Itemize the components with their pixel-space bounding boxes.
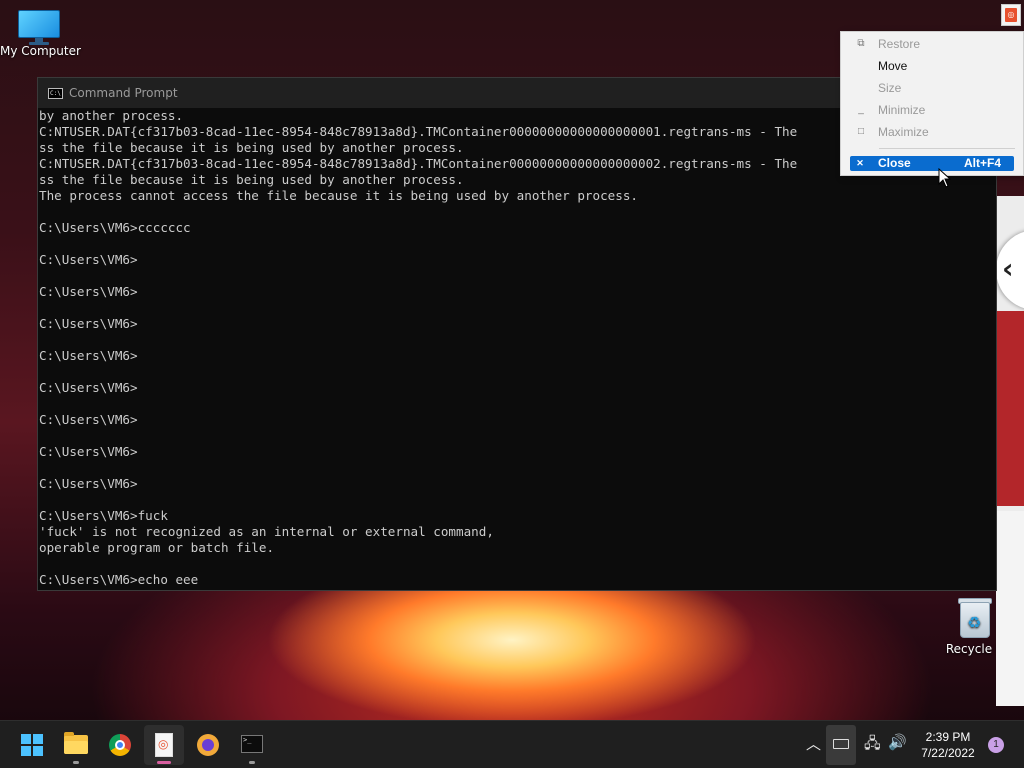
- console-line: operable program or batch file.: [39, 540, 275, 555]
- maximize-icon: □: [857, 126, 865, 137]
- keyboard-button[interactable]: [826, 725, 856, 765]
- menu-item-minimize[interactable]: _ Minimize: [841, 99, 1023, 121]
- window-system-menu: ⧉ Restore Move Size _ Minimize □ Maximiz…: [840, 31, 1024, 176]
- minimize-icon: _: [858, 104, 864, 115]
- clock-time: 2:39 PM: [925, 730, 971, 744]
- console-line: C:\Users\VM6>: [39, 412, 138, 427]
- console-line: C:\Users\VM6>: [39, 348, 138, 363]
- taskbar-command-prompt[interactable]: >_: [232, 725, 272, 765]
- desktop-icon-my-computer[interactable]: My Computer: [0, 10, 81, 58]
- recycle-bin-icon: ♻: [956, 596, 994, 640]
- keyboard-icon: [833, 739, 849, 749]
- taskbar-clock[interactable]: 2:39 PM 7/22/2022: [910, 729, 986, 761]
- console-line: C:\Users\VM6>: [39, 284, 138, 299]
- taskbar-active-app[interactable]: [144, 725, 184, 765]
- console-line: C:\Users\VM6>ccccccc: [39, 220, 191, 235]
- menu-item-restore[interactable]: ⧉ Restore: [841, 33, 1023, 55]
- volume-icon[interactable]: 🔊: [888, 733, 907, 751]
- clock-date: 7/22/2022: [921, 746, 975, 760]
- taskbar-chrome[interactable]: [100, 725, 140, 765]
- folder-icon: [64, 732, 88, 754]
- console-line: C:\Users\VM6>: [39, 380, 138, 395]
- menu-item-maximize[interactable]: □ Maximize: [841, 121, 1023, 143]
- console-line: C:\Users\VM6>: [39, 476, 138, 491]
- network-icon[interactable]: 🖧: [864, 733, 881, 758]
- my-computer-label: My Computer: [0, 44, 81, 58]
- restore-icon: ⧉: [857, 38, 865, 49]
- start-button[interactable]: [12, 725, 52, 765]
- console-line: C:\Users\VM6>: [39, 444, 138, 459]
- chrome-icon: [109, 734, 131, 756]
- taskbar-file-explorer[interactable]: [56, 725, 96, 765]
- close-icon: ✕: [856, 158, 864, 168]
- chevron-left-icon: ‹: [1002, 252, 1014, 285]
- console-line: C:\Users\VM6>echo eee: [39, 572, 199, 587]
- chevron-up-icon[interactable]: ︿: [806, 733, 821, 754]
- window-title: Command Prompt: [69, 86, 178, 100]
- menu-separator: [879, 148, 1015, 149]
- shield-app-icon: [197, 734, 219, 756]
- close-shortcut: Alt+F4: [963, 156, 1001, 170]
- menu-item-close[interactable]: ✕ Close Alt+F4: [850, 156, 1014, 171]
- menu-item-size[interactable]: Size: [841, 77, 1023, 99]
- notification-badge[interactable]: 1: [988, 737, 1004, 753]
- monitor-icon: [18, 10, 60, 45]
- menu-item-move[interactable]: Move: [841, 55, 1023, 77]
- console-output[interactable]: by another process. C:NTUSER.DAT{cf317b03…: [38, 108, 996, 590]
- windows-logo-icon: [21, 734, 43, 756]
- taskbar-security-app[interactable]: [188, 725, 228, 765]
- app-badge-icon[interactable]: ◎: [1001, 4, 1021, 26]
- console-line: C:\Users\VM6>: [39, 316, 138, 331]
- app-icon: [155, 733, 173, 757]
- console-line: 'fuck' is not recognized as an internal …: [39, 524, 494, 539]
- taskbar: >_ ︿ 🖧 🔊 2:39 PM 7/22/2022 1: [0, 720, 1024, 768]
- terminal-icon: >_: [241, 735, 263, 753]
- console-line: The process cannot access the file becau…: [39, 188, 638, 203]
- console-line: C:\Users\VM6>fuck: [39, 508, 168, 523]
- cmd-app-icon[interactable]: C:\: [48, 87, 63, 99]
- console-line: C:\Users\VM6>: [39, 252, 138, 267]
